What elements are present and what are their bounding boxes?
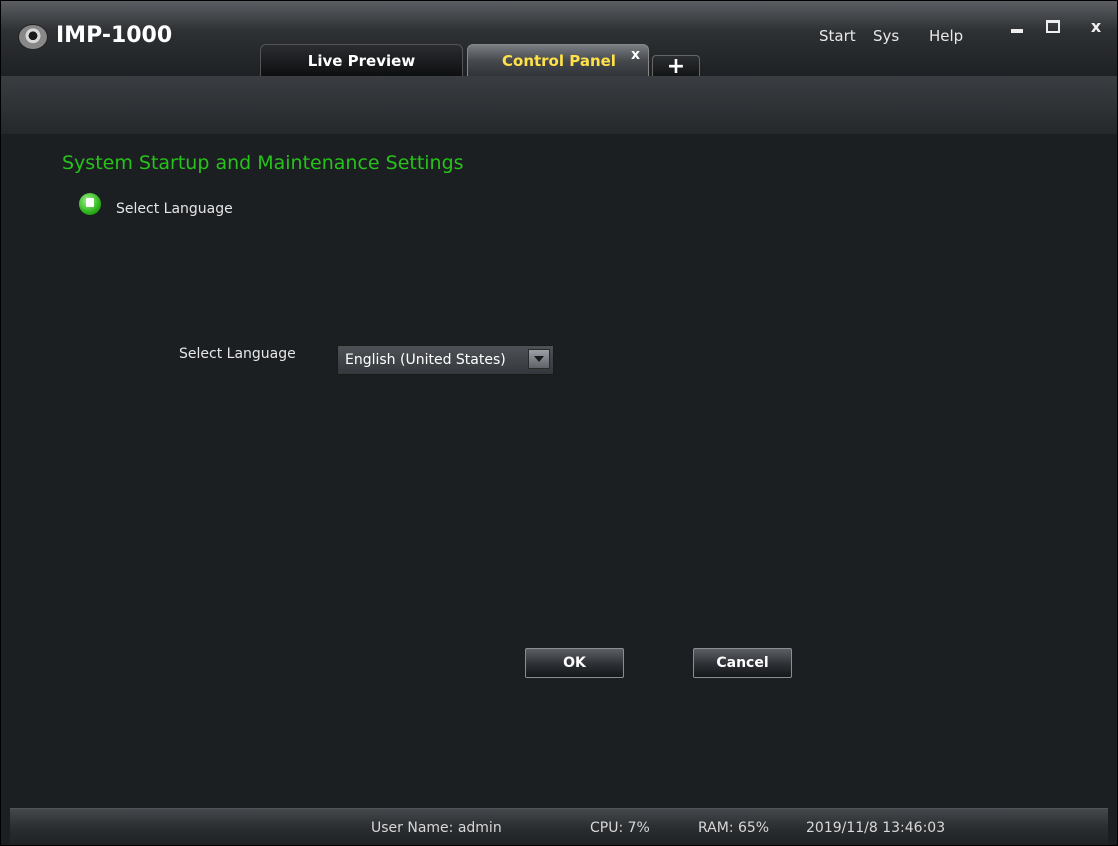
menu-help[interactable]: Help bbox=[929, 27, 963, 45]
minimize-icon bbox=[1011, 29, 1023, 33]
close-window-button[interactable]: x bbox=[1081, 15, 1111, 37]
add-tab-button[interactable]: + bbox=[652, 55, 700, 78]
maximize-button[interactable] bbox=[1038, 15, 1068, 37]
menu-start[interactable]: Start bbox=[819, 27, 856, 45]
section-subtitle: Select Language bbox=[116, 201, 233, 217]
status-user: User Name: admin bbox=[371, 820, 502, 836]
menu-sys[interactable]: Sys bbox=[873, 27, 899, 45]
tab-live-preview[interactable]: Live Preview bbox=[260, 44, 463, 77]
minimize-button[interactable] bbox=[1002, 15, 1032, 37]
language-section-icon bbox=[79, 193, 101, 215]
tab-label: Live Preview bbox=[307, 52, 416, 70]
app-title: IMP-1000 bbox=[56, 23, 173, 48]
language-select[interactable]: English (United States) bbox=[337, 345, 554, 375]
app-window: IMP-1000 Live Preview Control Panel x + … bbox=[0, 0, 1118, 846]
settings-panel: System Startup and Maintenance Settings … bbox=[10, 134, 1108, 809]
tab-control-panel[interactable]: Control Panel x bbox=[467, 44, 649, 77]
cancel-button[interactable]: Cancel bbox=[693, 648, 792, 678]
status-bar: User Name: admin CPU: 7% RAM: 65% 2019/1… bbox=[10, 808, 1108, 845]
status-cpu: CPU: 7% bbox=[590, 820, 650, 836]
chevron-down-icon[interactable] bbox=[528, 349, 550, 369]
ok-button[interactable]: OK bbox=[525, 648, 624, 678]
maximize-icon bbox=[1046, 19, 1060, 33]
language-select-value: English (United States) bbox=[345, 352, 506, 368]
tab-close-icon[interactable]: x bbox=[631, 47, 640, 63]
status-ram: RAM: 65% bbox=[698, 820, 770, 836]
title-bar: IMP-1000 Live Preview Control Panel x + … bbox=[1, 1, 1117, 134]
language-label: Select Language bbox=[179, 346, 296, 362]
tab-label: Control Panel bbox=[502, 52, 616, 70]
page-title: System Startup and Maintenance Settings bbox=[62, 152, 464, 174]
status-time: 2019/11/8 13:46:03 bbox=[806, 820, 946, 836]
webcam-logo-icon bbox=[18, 24, 48, 50]
